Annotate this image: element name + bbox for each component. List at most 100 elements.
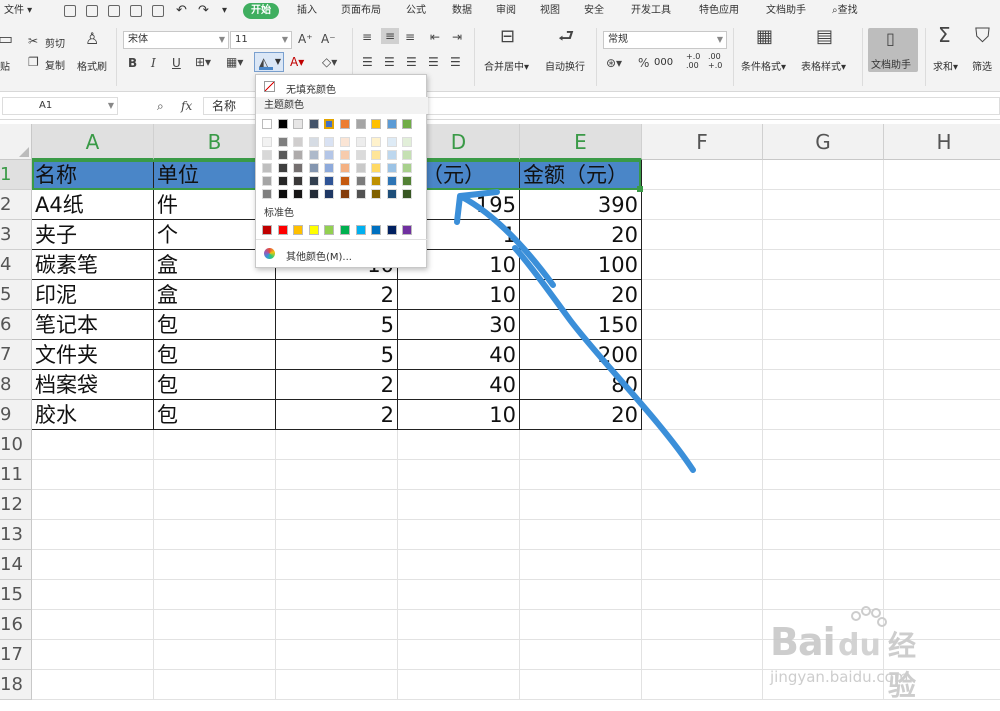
- increase-font-icon[interactable]: A⁺: [298, 32, 313, 46]
- theme-shade-swatch[interactable]: [402, 150, 413, 160]
- cell[interactable]: [763, 310, 884, 340]
- cell[interactable]: [642, 400, 763, 430]
- cell[interactable]: [520, 430, 642, 460]
- row-header-13[interactable]: 13: [0, 520, 32, 550]
- theme-shade-swatch[interactable]: [277, 176, 288, 186]
- theme-shade-swatch[interactable]: [324, 176, 335, 186]
- cell[interactable]: [520, 580, 642, 610]
- align-left-icon[interactable]: ☰: [362, 55, 373, 69]
- quick-access-dropdown-icon[interactable]: ▾: [222, 0, 227, 22]
- new-doc-icon[interactable]: [64, 5, 76, 17]
- theme-shade-swatch[interactable]: [293, 137, 304, 147]
- cell[interactable]: [398, 640, 520, 670]
- align-right-icon[interactable]: ☰: [406, 55, 417, 69]
- zoom-formula-icon[interactable]: ⌕: [157, 99, 164, 113]
- cell[interactable]: [520, 670, 642, 700]
- theme-shade-swatch[interactable]: [340, 150, 350, 160]
- standard-color-swatch[interactable]: [355, 225, 366, 235]
- tab-insert[interactable]: 插入: [297, 0, 317, 22]
- border-icon[interactable]: ⊞▾: [195, 55, 211, 69]
- cell[interactable]: [642, 550, 763, 580]
- cell[interactable]: 200: [520, 340, 642, 370]
- filter-icon[interactable]: ⛉: [975, 25, 990, 45]
- cell[interactable]: [763, 400, 884, 430]
- theme-shade-swatch[interactable]: [324, 163, 335, 173]
- theme-color-swatch[interactable]: [371, 119, 382, 129]
- cell[interactable]: [884, 550, 1000, 580]
- cell[interactable]: [763, 160, 884, 190]
- cell[interactable]: [154, 490, 276, 520]
- row-header-16[interactable]: 16: [0, 610, 32, 640]
- cell[interactable]: 5: [276, 310, 398, 340]
- cell[interactable]: [642, 190, 763, 220]
- row-header-10[interactable]: 10: [0, 430, 32, 460]
- theme-shade-swatch[interactable]: [371, 163, 382, 173]
- row-header-14[interactable]: 14: [0, 550, 32, 580]
- theme-shade-swatch[interactable]: [262, 137, 272, 147]
- cell[interactable]: [276, 460, 398, 490]
- cell[interactable]: [398, 670, 520, 700]
- cell[interactable]: [154, 550, 276, 580]
- filter-button[interactable]: 筛选: [972, 58, 992, 73]
- row-header-4[interactable]: 4: [0, 250, 32, 280]
- wrap-text-icon[interactable]: ⮐: [558, 28, 574, 46]
- cell[interactable]: [642, 310, 763, 340]
- column-header-a[interactable]: A: [32, 124, 154, 160]
- cell[interactable]: [520, 640, 642, 670]
- cell[interactable]: [276, 610, 398, 640]
- cell[interactable]: [520, 610, 642, 640]
- export-icon[interactable]: [108, 5, 120, 17]
- fx-button[interactable]: fx: [181, 99, 192, 113]
- cell[interactable]: [642, 250, 763, 280]
- theme-color-swatch[interactable]: [324, 119, 335, 129]
- font-name-select[interactable]: 宋体 ▼: [123, 31, 229, 49]
- cell[interactable]: [154, 460, 276, 490]
- align-middle-icon[interactable]: ≡: [381, 28, 400, 44]
- cell[interactable]: 10: [398, 280, 520, 310]
- row-header-7[interactable]: 7: [0, 340, 32, 370]
- cell[interactable]: [642, 430, 763, 460]
- cell[interactable]: 胶水: [32, 400, 154, 430]
- tab-view[interactable]: 视图: [540, 0, 560, 22]
- cell[interactable]: [398, 490, 520, 520]
- column-header-f[interactable]: F: [642, 124, 763, 160]
- format-painter-icon[interactable]: ♙: [85, 31, 99, 47]
- cell[interactable]: [763, 490, 884, 520]
- no-fill-option[interactable]: 无填充颜色: [256, 79, 428, 97]
- row-header-17[interactable]: 17: [0, 640, 32, 670]
- cell[interactable]: [154, 580, 276, 610]
- theme-shade-swatch[interactable]: [308, 176, 319, 186]
- cell[interactable]: [32, 640, 154, 670]
- theme-shade-swatch[interactable]: [371, 189, 382, 199]
- row-header-2[interactable]: 2: [0, 190, 32, 220]
- standard-color-swatch[interactable]: [308, 225, 319, 235]
- theme-shade-swatch[interactable]: [293, 163, 304, 173]
- column-header-h[interactable]: H: [884, 124, 1000, 160]
- cell[interactable]: 20: [520, 280, 642, 310]
- font-color-icon[interactable]: A▾: [290, 55, 304, 69]
- fill-handle[interactable]: [637, 186, 643, 192]
- cell[interactable]: [642, 220, 763, 250]
- cell[interactable]: 2: [276, 400, 398, 430]
- theme-shade-swatch[interactable]: [340, 163, 350, 173]
- theme-shade-swatch[interactable]: [386, 150, 397, 160]
- theme-shade-swatch[interactable]: [262, 189, 272, 199]
- cell[interactable]: [32, 520, 154, 550]
- theme-shade-swatch[interactable]: [277, 163, 288, 173]
- cell[interactable]: [763, 520, 884, 550]
- row-header-9[interactable]: 9: [0, 400, 32, 430]
- increase-indent-icon[interactable]: ⇥: [452, 30, 462, 44]
- percent-button[interactable]: %: [638, 56, 649, 70]
- cell[interactable]: 80: [520, 370, 642, 400]
- search-box[interactable]: ⌕查找: [832, 0, 858, 22]
- cell[interactable]: [520, 460, 642, 490]
- cell[interactable]: 包: [154, 400, 276, 430]
- font-size-select[interactable]: 11 ▼: [230, 31, 292, 49]
- cell[interactable]: [642, 490, 763, 520]
- cell[interactable]: 2: [276, 370, 398, 400]
- cell[interactable]: 5: [276, 340, 398, 370]
- row-header-15[interactable]: 15: [0, 580, 32, 610]
- theme-shade-swatch[interactable]: [324, 150, 335, 160]
- cell[interactable]: [884, 400, 1000, 430]
- save-icon[interactable]: [86, 5, 98, 17]
